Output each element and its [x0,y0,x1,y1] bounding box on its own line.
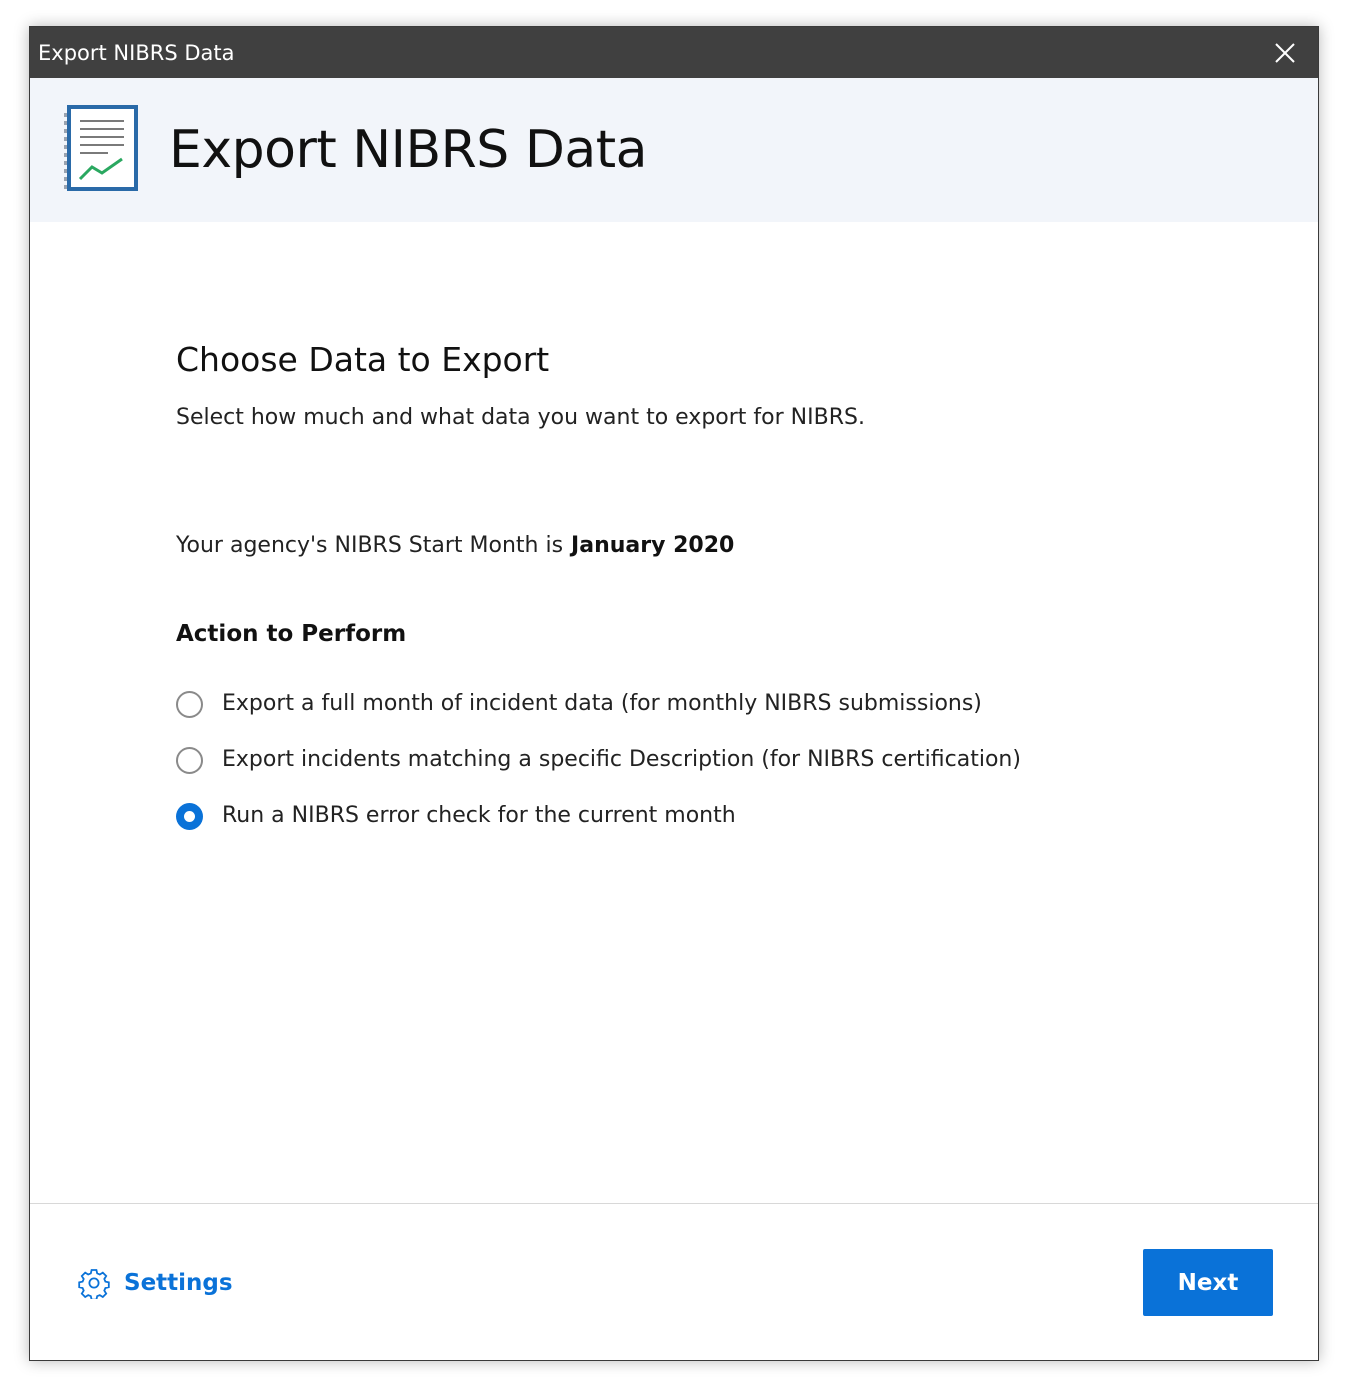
radio-button[interactable] [176,746,203,774]
header-banner: Export NIBRS Data [30,78,1318,222]
next-button[interactable]: Next [1143,1249,1273,1316]
radio-button-selected[interactable] [176,802,203,830]
radio-option-error-check[interactable]: Run a NIBRS error check for the current … [176,798,736,834]
radio-option-full-month[interactable]: Export a full month of incident data (fo… [176,686,982,722]
section-heading: Choose Data to Export [176,340,550,379]
settings-link[interactable]: Settings [78,1263,233,1303]
start-month-value: January 2020 [571,533,735,558]
radio-label: Run a NIBRS error check for the current … [222,803,736,828]
radio-label: Export a full month of incident data (fo… [222,691,982,716]
radio-label: Export incidents matching a specific Des… [222,747,1021,772]
settings-label: Settings [124,1270,233,1296]
close-button[interactable] [1252,27,1318,78]
close-icon [1275,42,1295,63]
gear-icon [78,1269,110,1299]
radio-button[interactable] [176,690,203,718]
action-heading: Action to Perform [176,621,407,647]
export-nibrs-dialog: Export NIBRS Data Export NIBRS Data Choo… [29,26,1319,1361]
radio-option-description[interactable]: Export incidents matching a specific Des… [176,742,1021,778]
start-month-info: Your agency's NIBRS Start Month is Januar… [176,531,734,561]
report-chart-icon [64,105,138,191]
footer-divider [30,1203,1318,1204]
title-bar[interactable]: Export NIBRS Data [30,27,1318,78]
header-title: Export NIBRS Data [169,120,647,180]
window-title: Export NIBRS Data [38,41,235,65]
start-month-label: Your agency's NIBRS Start Month is [176,533,564,558]
section-description: Select how much and what data you want t… [176,405,865,430]
